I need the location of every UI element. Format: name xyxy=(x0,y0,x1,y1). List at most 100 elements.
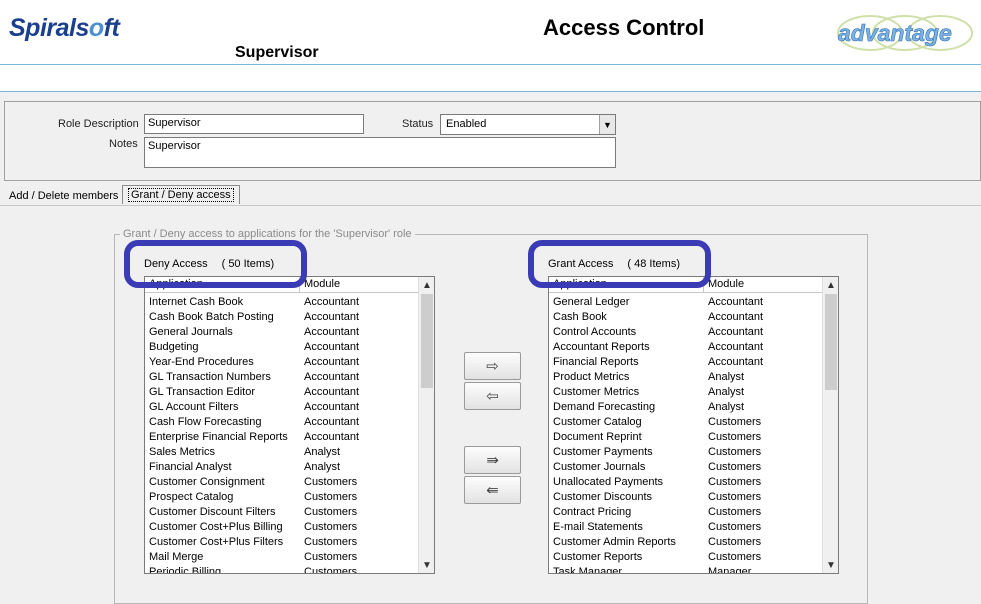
module-name: Accountant xyxy=(304,401,360,413)
application-name: Cash Book Batch Posting xyxy=(149,311,274,323)
application-name: Internet Cash Book xyxy=(149,296,244,308)
list-item[interactable]: Customer Metrics Analyst xyxy=(549,386,824,401)
grant-access-list[interactable]: Application Module General Ledger Account… xyxy=(548,276,839,574)
list-item[interactable]: GL Account Filters Accountant xyxy=(145,401,420,416)
deny-scrollbar[interactable]: ▲ ▼ xyxy=(418,277,434,573)
move-all-left-button[interactable]: ⇚ xyxy=(464,476,521,504)
module-name: Analyst xyxy=(708,371,745,383)
list-item[interactable]: Cash Book Accountant xyxy=(549,311,824,326)
application-name: Customer Cost+Plus Billing xyxy=(149,521,283,533)
list-item[interactable]: Prospect Catalog Customers xyxy=(145,491,420,506)
move-right-button[interactable]: ⇨ xyxy=(464,352,521,380)
list-item[interactable]: Periodic Billing Customers xyxy=(145,566,420,574)
tab-grant-deny-access[interactable]: Grant / Deny access xyxy=(122,185,240,204)
module-name: Accountant xyxy=(304,296,360,308)
up-arrow-icon[interactable]: ▲ xyxy=(823,277,838,293)
tab-add-delete-members[interactable]: Add / Delete members xyxy=(4,187,123,205)
list-item[interactable]: Document Reprint Customers xyxy=(549,431,824,446)
application-name: Task Manager xyxy=(553,566,623,574)
list-item[interactable]: Internet Cash Book Accountant xyxy=(145,296,420,311)
module-name: Customers xyxy=(304,506,358,518)
grant-scrollbar[interactable]: ▲ ▼ xyxy=(822,277,838,573)
application-name: Document Reprint xyxy=(553,431,642,443)
list-item[interactable]: Unallocated Payments Customers xyxy=(549,476,824,491)
list-item[interactable]: Enterprise Financial Reports Accountant xyxy=(145,431,420,446)
application-name: Contract Pricing xyxy=(553,506,632,518)
list-item[interactable]: Task Manager Manager xyxy=(549,566,824,574)
list-item[interactable]: Control Accounts Accountant xyxy=(549,326,824,341)
module-name: Customers xyxy=(304,476,358,488)
list-item[interactable]: Financial Analyst Analyst xyxy=(145,461,420,476)
list-item[interactable]: Sales Metrics Analyst xyxy=(145,446,420,461)
list-item[interactable]: Cash Flow Forecasting Accountant xyxy=(145,416,420,431)
list-item[interactable]: GL Transaction Editor Accountant xyxy=(145,386,420,401)
list-item[interactable]: Customer Payments Customers xyxy=(549,446,824,461)
down-arrow-icon[interactable]: ▼ xyxy=(419,557,434,573)
notes-label: Notes xyxy=(109,138,138,150)
application-name: Customer Cost+Plus Filters xyxy=(149,536,284,548)
module-name: Analyst xyxy=(708,401,745,413)
list-item[interactable]: Customer Discounts Customers xyxy=(549,491,824,506)
module-name: Accountant xyxy=(304,431,360,443)
application-name: Prospect Catalog xyxy=(149,491,234,503)
module-name: Manager xyxy=(708,566,752,574)
application-name: Demand Forecasting xyxy=(553,401,656,413)
grant-col-module[interactable]: Module xyxy=(704,277,824,293)
list-item[interactable]: GL Transaction Numbers Accountant xyxy=(145,371,420,386)
list-item[interactable]: Customer Consignment Customers xyxy=(145,476,420,491)
chevron-down-icon[interactable]: ▼ xyxy=(599,115,615,134)
application-name: Year-End Procedures xyxy=(149,356,254,368)
list-item[interactable]: Cash Book Batch Posting Accountant xyxy=(145,311,420,326)
status-value: Enabled xyxy=(446,118,487,130)
list-item[interactable]: Customer Journals Customers xyxy=(549,461,824,476)
up-arrow-icon[interactable]: ▲ xyxy=(419,277,434,293)
grant-scroll-thumb[interactable] xyxy=(825,294,837,390)
module-name: Accountant xyxy=(708,341,764,353)
list-item[interactable]: Customer Catalog Customers xyxy=(549,416,824,431)
application-name: Financial Analyst xyxy=(149,461,232,473)
list-item[interactable]: E-mail Statements Customers xyxy=(549,521,824,536)
role-description-label: Role Description xyxy=(58,118,139,130)
module-name: Customers xyxy=(304,521,358,533)
module-name: Customers xyxy=(708,476,762,488)
module-name: Accountant xyxy=(304,341,360,353)
application-name: Accountant Reports xyxy=(553,341,650,353)
list-item[interactable]: Customer Admin Reports Customers xyxy=(549,536,824,551)
list-item[interactable]: Customer Cost+Plus Billing Customers xyxy=(145,521,420,536)
list-item[interactable]: Accountant Reports Accountant xyxy=(549,341,824,356)
application-name: Budgeting xyxy=(149,341,199,353)
role-description-input[interactable]: Supervisor xyxy=(144,114,364,134)
application-name: Customer Admin Reports xyxy=(553,536,676,548)
application-name: Financial Reports xyxy=(553,356,639,368)
module-name: Customers xyxy=(304,536,358,548)
application-name: Periodic Billing xyxy=(149,566,222,574)
list-item[interactable]: Product Metrics Analyst xyxy=(549,371,824,386)
deny-access-list[interactable]: Application Module Internet Cash Book Acc… xyxy=(144,276,435,574)
module-name: Accountant xyxy=(304,326,360,338)
application-name: Customer Reports xyxy=(553,551,643,563)
deny-col-module[interactable]: Module xyxy=(300,277,420,293)
down-arrow-icon[interactable]: ▼ xyxy=(823,557,838,573)
list-item[interactable]: Mail Merge Customers xyxy=(145,551,420,566)
move-all-right-button[interactable]: ⇛ xyxy=(464,446,521,474)
list-item[interactable]: Financial Reports Accountant xyxy=(549,356,824,371)
move-left-button[interactable]: ⇦ xyxy=(464,382,521,410)
list-item[interactable]: Contract Pricing Customers xyxy=(549,506,824,521)
application-name: Cash Flow Forecasting xyxy=(149,416,262,428)
deny-scroll-thumb[interactable] xyxy=(421,294,433,388)
list-item[interactable]: Demand Forecasting Analyst xyxy=(549,401,824,416)
application-name: Enterprise Financial Reports xyxy=(149,431,288,443)
list-item[interactable]: General Journals Accountant xyxy=(145,326,420,341)
module-name: Accountant xyxy=(708,311,764,323)
module-name: Accountant xyxy=(708,296,764,308)
list-item[interactable]: General Ledger Accountant xyxy=(549,296,824,311)
list-item[interactable]: Customer Discount Filters Customers xyxy=(145,506,420,521)
list-item[interactable]: Customer Cost+Plus Filters Customers xyxy=(145,536,420,551)
notes-textarea[interactable]: Supervisor xyxy=(144,137,616,168)
list-item[interactable]: Year-End Procedures Accountant xyxy=(145,356,420,371)
list-item[interactable]: Customer Reports Customers xyxy=(549,551,824,566)
module-name: Accountant xyxy=(304,311,360,323)
status-select[interactable]: Enabled ▼ xyxy=(440,114,616,135)
module-name: Analyst xyxy=(304,446,341,458)
list-item[interactable]: Budgeting Accountant xyxy=(145,341,420,356)
